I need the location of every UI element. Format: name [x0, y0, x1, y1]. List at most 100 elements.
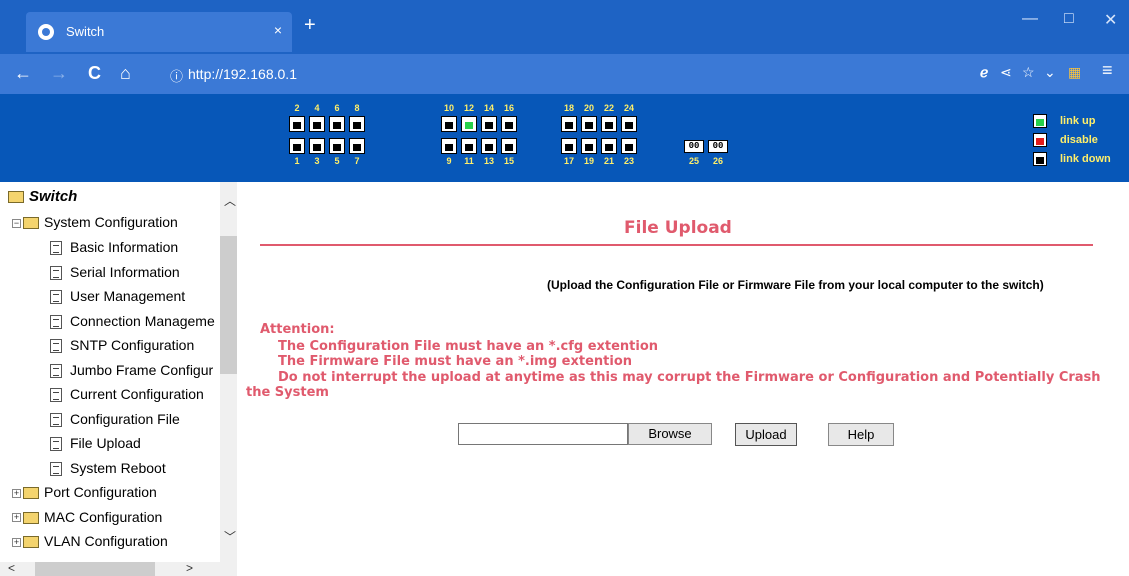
legend-disable-icon [1033, 133, 1047, 147]
port-11-icon[interactable] [461, 138, 477, 154]
document-icon [50, 461, 62, 476]
address-bar[interactable]: ⓘ http://192.168.0.1 [158, 60, 958, 88]
port-2-icon[interactable] [289, 116, 305, 132]
tree-root-label: Switch [29, 188, 78, 205]
scroll-left-icon[interactable]: < [8, 561, 15, 575]
scroll-up-icon[interactable]: ︿ [224, 192, 236, 209]
window-close-icon[interactable]: ✕ [1104, 10, 1117, 30]
home-icon[interactable]: ⌂ [120, 63, 131, 84]
port-6-icon[interactable] [329, 116, 345, 132]
sfp-port-26-icon[interactable]: 00 [708, 140, 728, 153]
favicon-icon [38, 24, 54, 40]
port-3-icon[interactable] [309, 138, 325, 154]
port-15-icon[interactable] [501, 138, 517, 154]
browser-nav-bar: ← → C ⌂ ⓘ http://192.168.0.1 ℯ ⋖ ☆ ⌄ ▦ ≡ [0, 54, 1129, 94]
document-icon [50, 339, 62, 354]
chevron-down-icon[interactable]: ⌄ [1044, 64, 1056, 81]
port-8-icon[interactable] [349, 116, 365, 132]
folder-open-icon [23, 217, 39, 230]
sidebar-item-basic-information[interactable]: Basic Information [50, 239, 178, 256]
info-icon[interactable]: ⓘ [170, 66, 183, 85]
document-icon [50, 265, 62, 280]
sidebar-item-connection-manageme[interactable]: Connection Manageme [50, 313, 215, 329]
port-19-icon[interactable] [581, 138, 597, 154]
port-7-icon[interactable] [349, 138, 365, 154]
port-22-icon[interactable] [601, 116, 617, 132]
collapse-icon[interactable]: − [12, 218, 21, 228]
document-icon [50, 388, 62, 403]
tree-folder-label: Port Configuration [44, 484, 157, 500]
sidebar-item-file-upload[interactable]: File Upload [50, 435, 141, 452]
sidebar-vertical-scroll-thumb[interactable] [220, 236, 237, 374]
port-14-icon[interactable] [481, 116, 497, 132]
port-4-icon[interactable] [309, 116, 325, 132]
port-20-icon[interactable] [581, 116, 597, 132]
sidebar-item-current-configuration[interactable]: Current Configuration [50, 386, 204, 403]
expand-icon[interactable]: + [12, 537, 21, 547]
tree-folder-mac-configuration[interactable]: + MAC Configuration [12, 509, 162, 525]
port-23-icon[interactable] [621, 138, 637, 154]
reload-icon[interactable]: C [88, 63, 101, 84]
port-number-label: 26 [712, 156, 723, 166]
help-button[interactable]: Help [828, 423, 894, 446]
port-16-icon[interactable] [501, 116, 517, 132]
port-10-icon[interactable] [441, 116, 457, 132]
sidebar-item-label: Jumbo Frame Configur [70, 361, 214, 378]
browse-button[interactable]: Browse [628, 423, 712, 445]
tree-root[interactable]: Switch [8, 188, 77, 205]
tree-folder-vlan-configuration[interactable]: + VLAN Configuration [12, 533, 168, 549]
sidebar-item-sntp-configuration[interactable]: SNTP Configuration [50, 337, 194, 354]
port-number-label: 24 [623, 103, 634, 113]
browser-tab[interactable]: Switch × [26, 12, 292, 52]
port-24-icon[interactable] [621, 116, 637, 132]
port-number-label: 10 [443, 103, 454, 113]
legend-link-up-icon [1033, 114, 1047, 128]
attention-line: Do not interrupt the upload at anytime a… [278, 370, 1101, 385]
sidebar-horizontal-scroll-thumb[interactable] [35, 562, 155, 576]
port-17-icon[interactable] [561, 138, 577, 154]
port-number-label: 3 [314, 156, 320, 166]
forward-icon[interactable]: → [50, 63, 68, 84]
scroll-down-icon[interactable]: ﹀ [224, 528, 236, 545]
port-5-icon[interactable] [329, 138, 345, 154]
document-icon [50, 363, 62, 378]
file-path-input[interactable] [458, 423, 628, 445]
star-icon[interactable]: ☆ [1022, 64, 1035, 81]
port-18-icon[interactable] [561, 116, 577, 132]
document-icon [50, 290, 62, 305]
tree-folder-label: MAC Configuration [44, 508, 163, 525]
tab-close-icon[interactable]: × [274, 22, 282, 38]
ie-mode-icon[interactable]: ℯ [980, 64, 988, 81]
expand-icon[interactable]: + [12, 488, 21, 498]
port-1-icon[interactable] [289, 138, 305, 154]
port-21-icon[interactable] [601, 138, 617, 154]
sidebar-item-jumbo-frame-configur[interactable]: Jumbo Frame Configur [50, 362, 213, 378]
tree-folder-port-configuration[interactable]: + Port Configuration [12, 484, 157, 500]
port-13-icon[interactable] [481, 138, 497, 154]
sidebar-item-system-reboot[interactable]: System Reboot [50, 460, 166, 476]
port-number-label: 22 [603, 103, 614, 113]
port-12-icon[interactable] [461, 116, 477, 132]
tree-folder-system-configuration[interactable]: − System Configuration [12, 214, 178, 230]
upload-button[interactable]: Upload [735, 423, 797, 446]
back-icon[interactable]: ← [14, 63, 32, 84]
legend-label: link down [1060, 153, 1111, 165]
scroll-right-icon[interactable]: > [186, 561, 193, 575]
new-tab-icon[interactable]: + [304, 14, 316, 37]
sidebar-item-label: Serial Information [70, 263, 180, 280]
sidebar-item-user-management[interactable]: User Management [50, 288, 185, 305]
tab-title: Switch [66, 24, 105, 39]
port-number-label: 13 [483, 156, 494, 166]
share-icon[interactable]: ⋖ [1000, 64, 1012, 81]
sidebar-item-serial-information[interactable]: Serial Information [50, 264, 180, 280]
sfp-port-25-icon[interactable]: 00 [684, 140, 704, 153]
maximize-icon[interactable]: □ [1064, 10, 1074, 28]
menu-icon[interactable]: ≡ [1102, 60, 1113, 81]
port-number-label: 12 [463, 103, 474, 113]
sidebar-item-configuration-file[interactable]: Configuration File [50, 411, 180, 427]
port-9-icon[interactable] [441, 138, 457, 154]
minimize-icon[interactable]: — [1022, 10, 1038, 28]
document-icon [50, 314, 62, 329]
expand-icon[interactable]: + [12, 513, 21, 523]
apps-icon[interactable]: ▦ [1068, 64, 1081, 81]
